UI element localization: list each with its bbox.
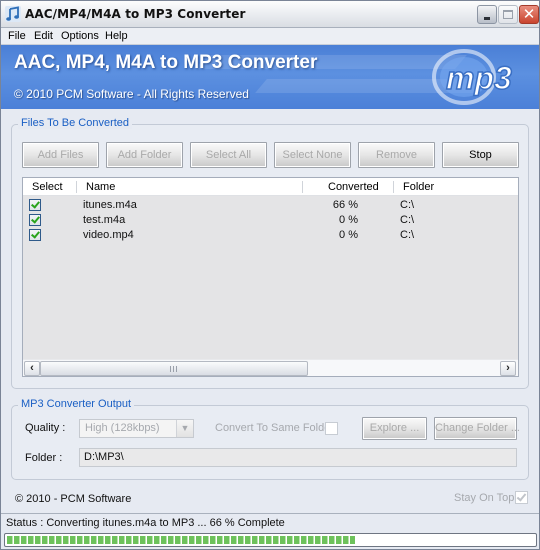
convert-same-folder-checkbox[interactable] [325,422,338,435]
music-note-icon [5,6,21,22]
file-converted: 0 % [339,229,358,241]
file-converted: 66 % [332,199,358,211]
grip-icon [170,366,178,372]
minimize-icon [484,17,490,20]
status-text: Status : Converting itunes.m4a to MP3 ..… [6,517,285,529]
file-folder: C:\ [400,199,415,211]
progress-fill [7,536,355,544]
stay-on-top-checkbox[interactable] [515,491,528,504]
files-list[interactable]: Select Name Converted Folder itunes.m4a … [22,177,519,377]
row-select-checkbox[interactable] [29,229,41,241]
row-select-checkbox[interactable] [29,199,41,211]
menu-edit[interactable]: Edit [34,30,53,42]
banner-title: AAC, MP4, M4A to MP3 Converter [14,52,318,73]
quality-select[interactable]: High (128kbps) ▼ [79,419,194,438]
mp3-logo-icon: mp3 [432,49,513,105]
minimize-button[interactable] [477,5,497,24]
table-row[interactable]: video.mp4 0 % C:\ [23,228,518,243]
footer-copyright: © 2010 - PCM Software [15,493,132,505]
title-bar[interactable]: AAC/MP4/M4A to MP3 Converter ✕ [1,1,539,28]
output-folder-value: D:\MP3\ [84,451,124,463]
list-header: Select Name Converted Folder [23,178,518,196]
stop-button[interactable]: Stop [442,142,519,168]
explore-button[interactable]: Explore ... [362,417,427,440]
column-divider[interactable] [302,181,303,193]
table-row[interactable]: itunes.m4a 66 % C:\ [23,198,518,213]
select-all-button[interactable]: Select All [190,142,267,168]
add-files-button[interactable]: Add Files [22,142,99,168]
mp3-logo-text: mp3 [446,60,512,96]
remove-button[interactable]: Remove [358,142,435,168]
status-divider [1,513,539,514]
output-group-label: MP3 Converter Output [18,398,135,410]
output-folder-field[interactable]: D:\MP3\ [79,448,517,467]
horizontal-scrollbar[interactable]: ‹ › [23,359,518,376]
column-divider[interactable] [76,181,77,193]
column-name[interactable]: Name [86,181,115,193]
change-folder-button[interactable]: Change Folder ... [434,417,520,440]
menu-file[interactable]: File [8,30,26,42]
close-button[interactable]: ✕ [519,5,539,24]
table-row[interactable]: test.m4a 0 % C:\ [23,213,518,228]
file-name: test.m4a [83,214,126,226]
maximize-icon [503,10,513,19]
header-banner: AAC, MP4, M4A to MP3 Converter © 2010 PC… [1,45,539,109]
banner-copyright: © 2010 PCM Software - All Rights Reserve… [14,87,249,101]
chevron-down-icon[interactable]: ▼ [176,420,193,437]
file-folder: C:\ [400,229,415,241]
scroll-right-icon[interactable]: › [500,361,516,376]
app-window: AAC/MP4/M4A to MP3 Converter ✕ File Edit… [0,0,540,550]
file-converted: 0 % [339,214,358,226]
close-icon: ✕ [522,5,536,23]
convert-same-folder-label: Convert To Same Folder [215,422,335,434]
quality-value: High (128kbps) [85,422,160,434]
add-folder-button[interactable]: Add Folder [106,142,183,168]
file-folder: C:\ [400,214,415,226]
select-none-button[interactable]: Select None [274,142,351,168]
stay-on-top-label: Stay On Top [454,492,515,504]
folder-label: Folder : [25,452,63,464]
column-select[interactable]: Select [32,181,63,193]
quality-label: Quality : [25,422,66,434]
window-title: AAC/MP4/M4A to MP3 Converter [25,7,246,21]
column-converted[interactable]: Converted [328,181,379,193]
menu-options[interactable]: Options [61,30,99,42]
menu-help[interactable]: Help [105,30,128,42]
row-select-checkbox[interactable] [29,214,41,226]
files-group-label: Files To Be Converted [18,117,133,129]
conversion-progress-bar [4,533,537,547]
scrollbar-thumb[interactable] [40,361,308,376]
column-divider[interactable] [393,181,394,193]
scroll-left-icon[interactable]: ‹ [24,361,40,376]
maximize-button[interactable] [498,5,518,24]
menu-bar: File Edit Options Help [1,28,539,45]
column-folder[interactable]: Folder [403,181,434,193]
file-name: video.mp4 [83,229,134,241]
file-name: itunes.m4a [83,199,137,211]
